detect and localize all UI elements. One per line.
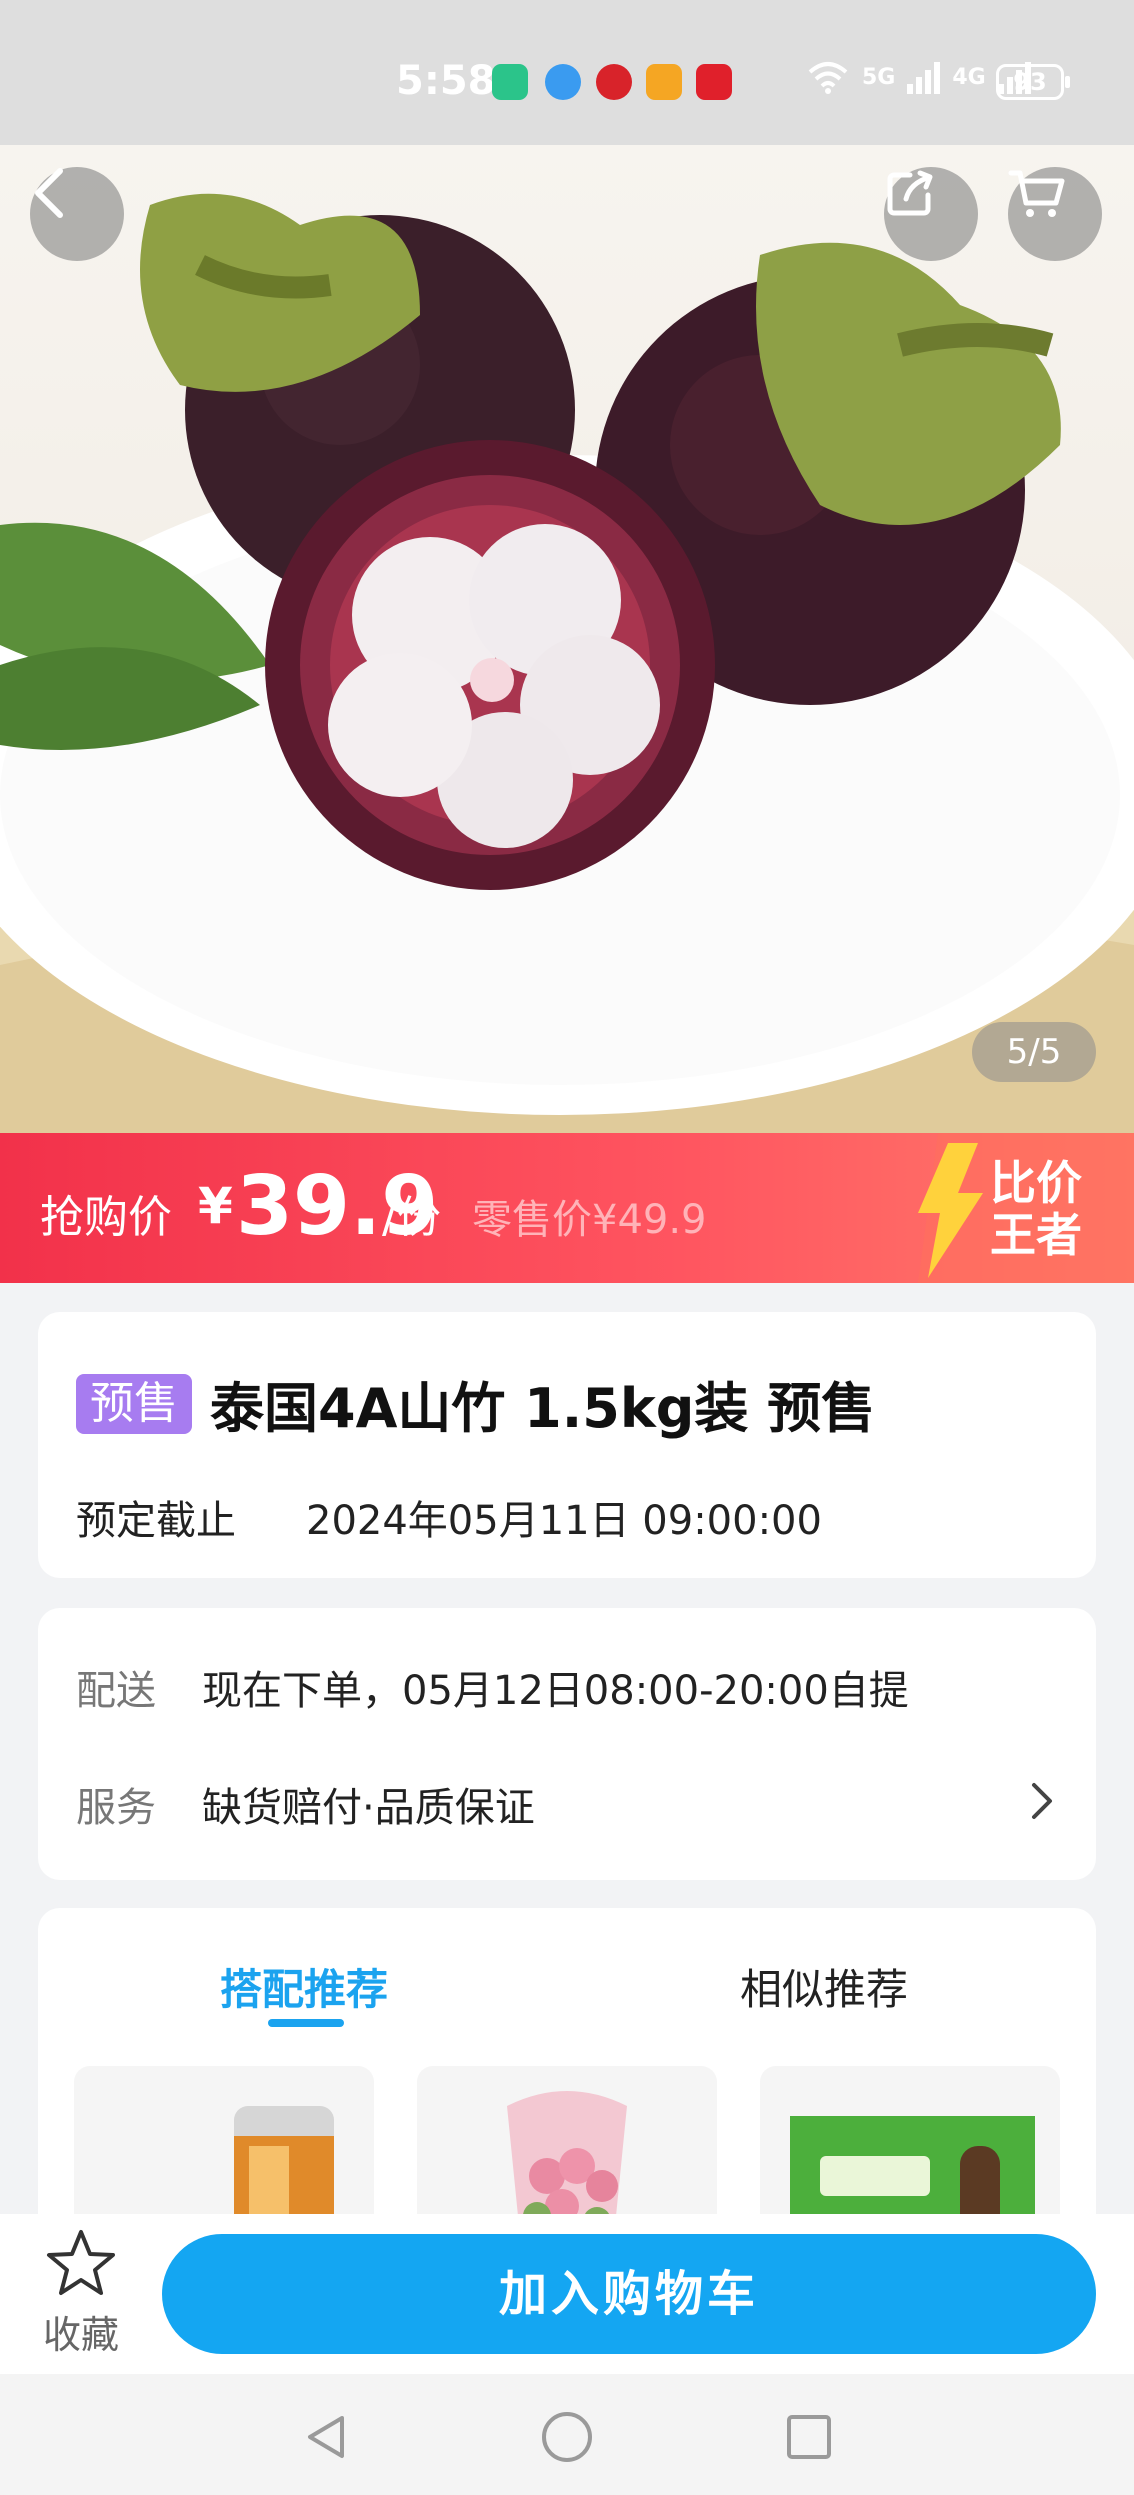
battery-icon: 93	[996, 64, 1070, 100]
favorite-button[interactable]: 收藏	[36, 2228, 126, 2359]
service-label: 服务	[76, 1785, 156, 1831]
nav-recents-icon[interactable]	[784, 2412, 834, 2462]
back-button[interactable]	[30, 167, 124, 261]
status-time: 5:58	[396, 58, 496, 104]
deadline-value: 2024年05月11日 09:00:00	[306, 1498, 822, 1544]
star-icon	[47, 2230, 115, 2295]
delivery-value: 现在下单，05月12日08:00-20:00自提	[202, 1668, 909, 1714]
presale-tag: 预售	[76, 1373, 192, 1434]
battery-level: 93	[1013, 68, 1047, 96]
comparison-badge-text: 比价王者	[990, 1156, 1082, 1262]
status-bar: 5:58 5G 4G 93	[0, 0, 1134, 145]
message-notification-icon	[545, 64, 581, 100]
share-icon	[887, 170, 933, 216]
service-value: 缺货赔付·品质保证	[202, 1785, 535, 1831]
network-5g-label: 5G	[862, 64, 896, 90]
pay-notification-icon	[696, 64, 732, 100]
product-title: 泰国4A山竹 1.5kg装 预售	[210, 1377, 876, 1440]
wifi-icon	[808, 62, 848, 94]
bank-notification-icon	[596, 64, 632, 100]
bottom-action-bar: 收藏 加入购物车	[0, 2214, 1134, 2374]
chevron-right-icon	[1032, 1783, 1052, 1819]
price-banner: 抢购价 ¥ 39.9 /份 零售价¥49.9 比价王者	[0, 1133, 1134, 1283]
favorite-label: 收藏	[42, 2313, 119, 2357]
image-counter: 5/5	[972, 1022, 1096, 1082]
product-info-card: 预售 泰国4A山竹 1.5kg装 预售 预定截止 2024年05月11日 09:…	[38, 1312, 1096, 1578]
tab-bundle-recommend[interactable]: 搭配推荐	[220, 1956, 388, 2017]
cart-button[interactable]	[1008, 167, 1102, 261]
app-notification-icon	[492, 64, 528, 100]
price-unit: /份	[382, 1192, 441, 1243]
service-row[interactable]: 服务 缺货赔付·品质保证	[38, 1745, 1096, 1855]
price-currency: ¥	[198, 1177, 233, 1235]
signal-5g-icon	[907, 60, 941, 94]
add-to-cart-button[interactable]: 加入购物车	[162, 2234, 1096, 2354]
product-image-carousel[interactable]: 5/5	[0, 145, 1134, 1135]
mail-notification-icon	[646, 64, 682, 100]
system-navigation-bar	[0, 2374, 1134, 2495]
deadline-label: 预定截止	[76, 1498, 236, 1544]
nav-back-icon[interactable]	[302, 2412, 352, 2462]
network-4g-label: 4G	[952, 64, 986, 90]
share-button[interactable]	[884, 167, 978, 261]
delivery-label: 配送	[76, 1668, 156, 1714]
mangosteen-photo	[0, 193, 1134, 1135]
cart-icon	[1008, 170, 1065, 217]
retail-price: 零售价¥49.9	[472, 1197, 707, 1243]
tab-similar-recommend[interactable]: 相似推荐	[740, 1956, 908, 2017]
product-title-row: 预售 泰国4A山竹 1.5kg装 预售	[76, 1364, 875, 1443]
price-label: 抢购价	[40, 1192, 172, 1243]
nav-home-icon[interactable]	[540, 2410, 594, 2464]
active-tab-indicator	[268, 2019, 344, 2027]
chevron-left-icon	[35, 168, 63, 218]
